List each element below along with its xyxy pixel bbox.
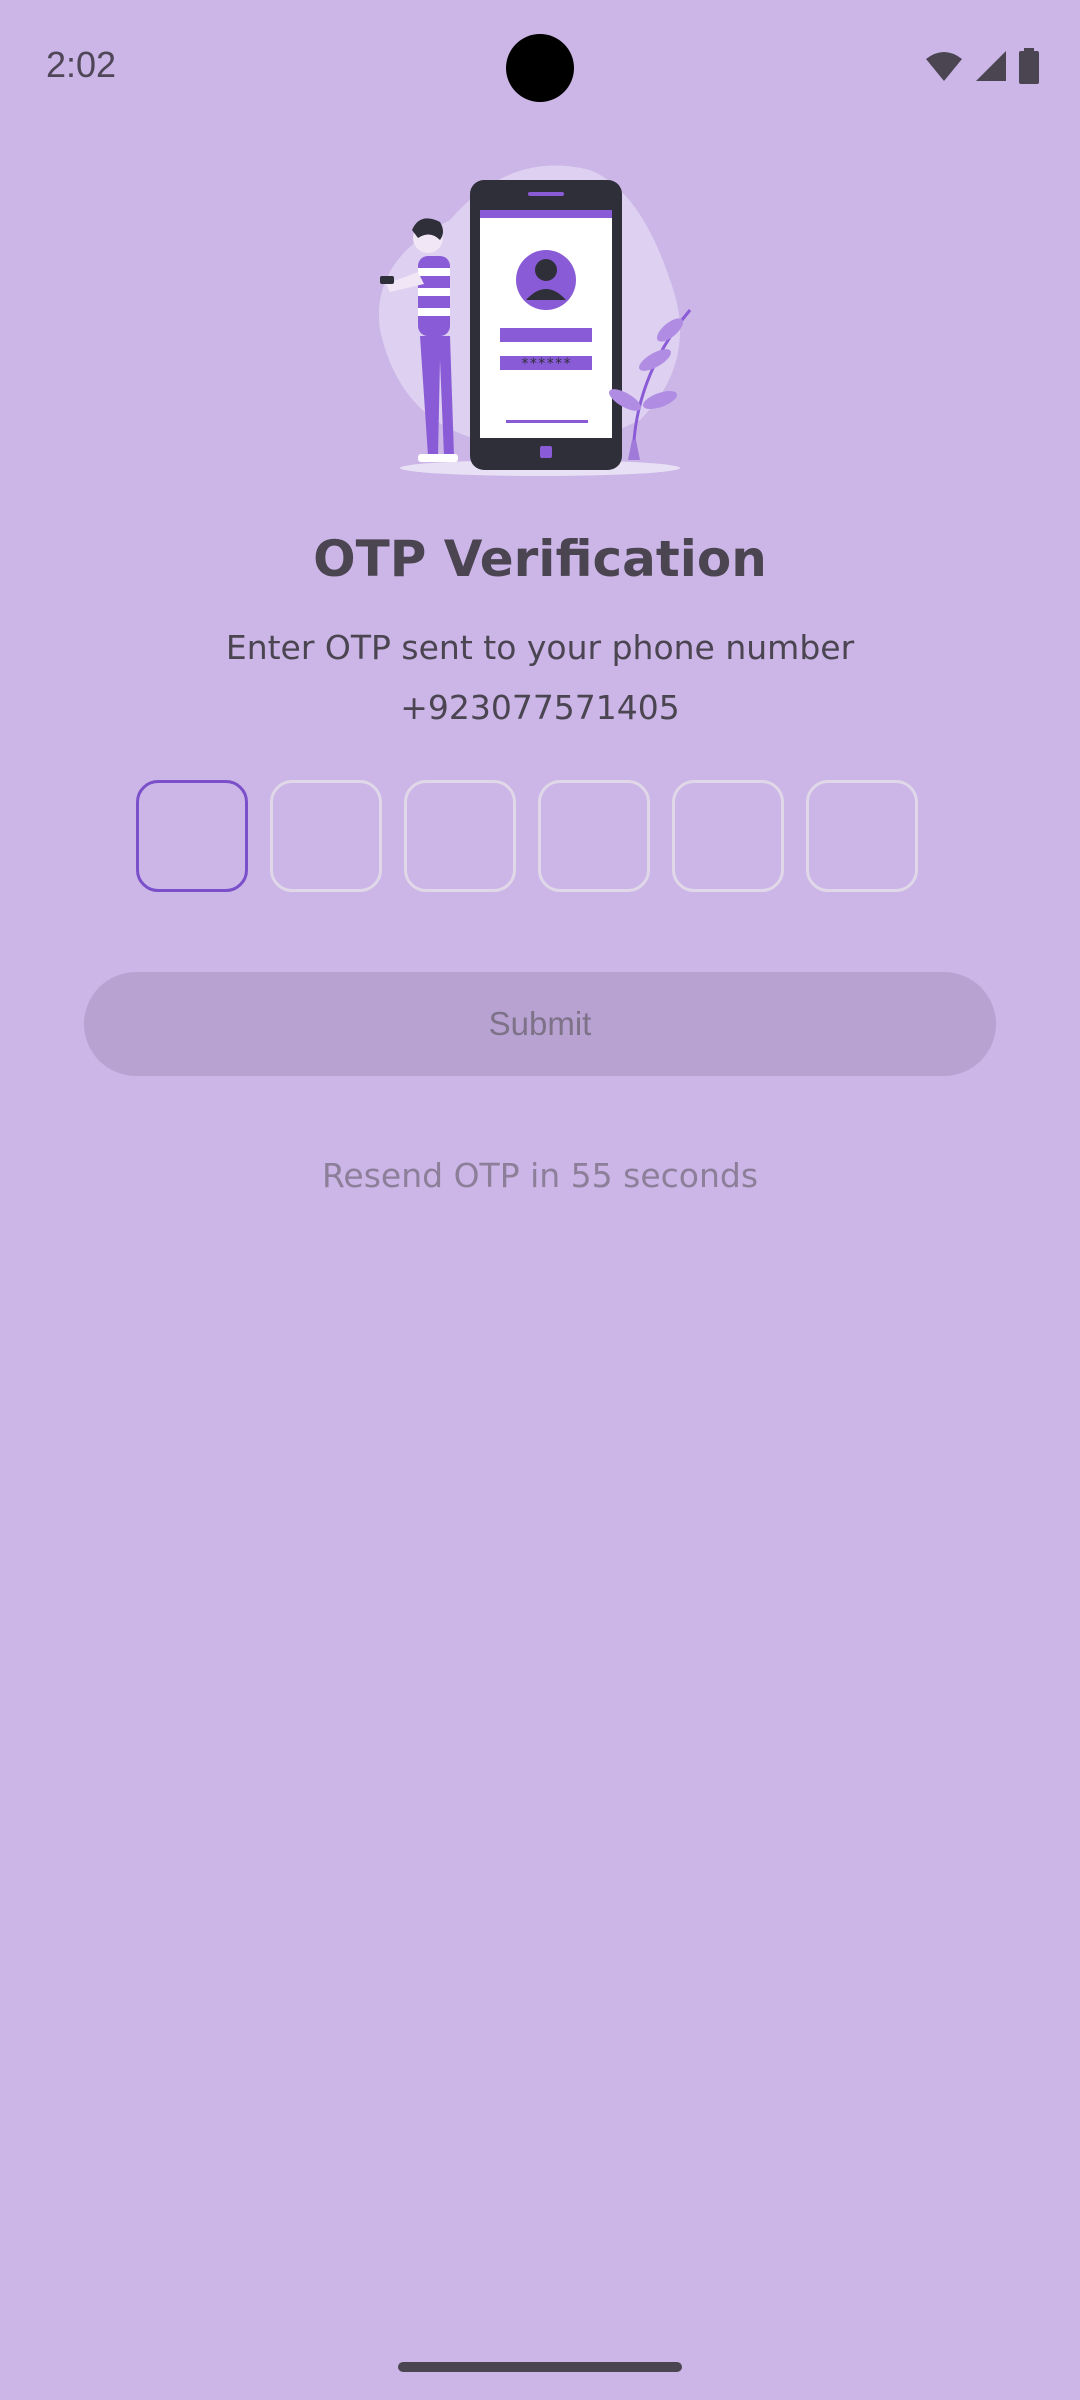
page-title: OTP Verification: [313, 530, 767, 588]
battery-icon: [1019, 48, 1039, 84]
otp-input-row: [136, 780, 918, 892]
otp-digit-1[interactable]: [136, 780, 248, 892]
otp-digit-6[interactable]: [806, 780, 918, 892]
otp-instruction: Enter OTP sent to your phone number: [225, 628, 855, 667]
resend-otp-countdown: Resend OTP in 55 seconds: [321, 1156, 759, 1195]
otp-screen: 2:02 ****** OTP Verification Enter OTP s…: [0, 0, 1080, 2400]
otp-digit-5[interactable]: [672, 780, 784, 892]
submit-button[interactable]: Submit: [84, 972, 996, 1076]
wifi-icon: [926, 52, 962, 81]
otp-digit-4[interactable]: [538, 780, 650, 892]
password-mask: ******: [521, 356, 572, 372]
home-indicator[interactable]: [398, 2362, 682, 2372]
signal-icon: [976, 51, 1006, 81]
person-with-phone-illustration: ******: [378, 165, 692, 476]
otp-digit-2[interactable]: [270, 780, 382, 892]
camera-cutout: [506, 34, 574, 102]
status-icons: [924, 48, 1040, 84]
status-time: 2:02: [46, 44, 117, 85]
otp-digit-3[interactable]: [404, 780, 516, 892]
phone-number: +923077571405: [400, 688, 680, 727]
